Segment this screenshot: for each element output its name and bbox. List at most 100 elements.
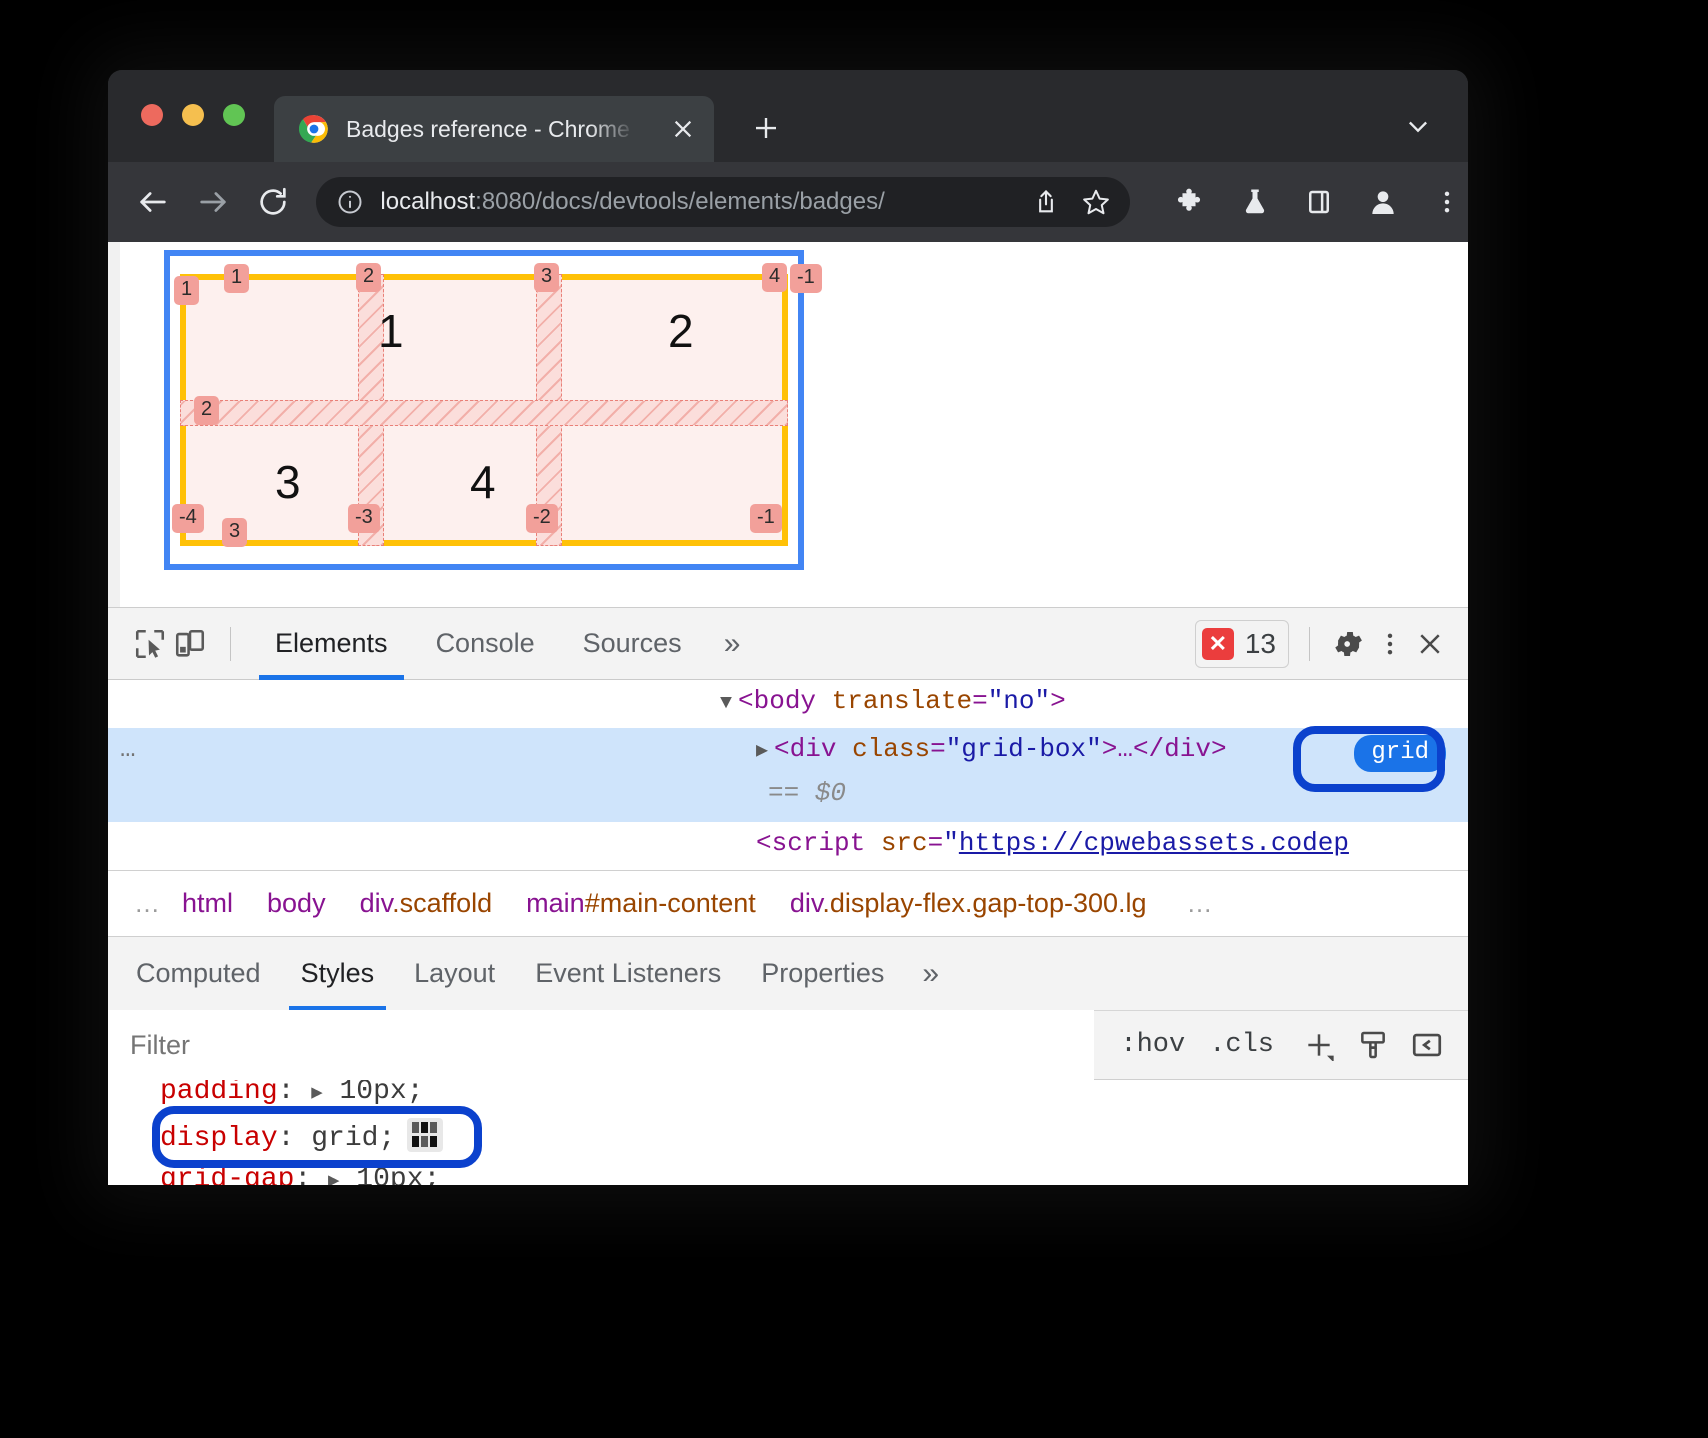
- plus-icon[interactable]: [1298, 1024, 1340, 1066]
- grid-cell-number: 1: [378, 308, 404, 354]
- breadcrumb-overflow-right[interactable]: …: [1187, 888, 1215, 919]
- person-icon[interactable]: [1362, 181, 1404, 223]
- breadcrumb-item-display-flex[interactable]: div.display-flex.gap-top-300.lg: [790, 888, 1147, 919]
- dom-row-body[interactable]: ▼<body translate="no">: [108, 680, 1468, 728]
- tag-close: >…</div>: [1102, 734, 1227, 764]
- maximize-window-button[interactable]: [223, 104, 245, 126]
- breadcrumb-item-main-content[interactable]: main#main-content: [526, 888, 756, 919]
- window-traffic-lights: [141, 104, 245, 126]
- breadcrumb-item-body[interactable]: body: [267, 888, 326, 919]
- browser-window: Badges reference - Chrome De: [108, 70, 1468, 1185]
- minimize-window-button[interactable]: [182, 104, 204, 126]
- browser-tab[interactable]: Badges reference - Chrome De: [274, 96, 714, 162]
- close-window-button[interactable]: [141, 104, 163, 126]
- dom-row-grid-box[interactable]: … ▶<div class="grid-box">…</div> grid: [108, 728, 1468, 776]
- css-property: display: [160, 1123, 278, 1154]
- address-bar[interactable]: localhost:8080/docs/devtools/elements/ba…: [316, 177, 1130, 227]
- three-dot-menu-icon[interactable]: [1426, 181, 1468, 223]
- css-property: grid-gap: [160, 1164, 294, 1185]
- tab-console[interactable]: Console: [412, 608, 559, 680]
- tab-label: Sources: [583, 628, 682, 659]
- grid-line-label-col-neg-1: -1: [790, 264, 822, 293]
- chevron-double-right-icon[interactable]: »: [904, 957, 957, 991]
- new-tab-button[interactable]: [744, 106, 788, 150]
- info-circle-icon[interactable]: [336, 188, 364, 216]
- grid-cell-number: 2: [668, 308, 694, 354]
- inspect-cursor-icon[interactable]: [130, 624, 170, 664]
- three-dot-menu-icon[interactable]: [1370, 624, 1410, 664]
- grid-row-line-3: [180, 540, 788, 546]
- puzzle-piece-icon[interactable]: [1170, 181, 1212, 223]
- star-icon[interactable]: [1076, 182, 1116, 222]
- declaration-display[interactable]: display: grid;: [160, 1118, 443, 1154]
- error-count: 13: [1245, 628, 1276, 660]
- breadcrumb-overflow-left[interactable]: …: [134, 888, 162, 919]
- chevron-down-icon[interactable]: [1398, 106, 1438, 146]
- grid-line-label-row-2: 2: [194, 396, 219, 425]
- grid-line-label-col-neg-4: -4: [172, 504, 204, 533]
- flask-icon[interactable]: [1234, 181, 1276, 223]
- browser-navigation-bar: localhost:8080/docs/devtools/elements/ba…: [108, 162, 1468, 242]
- reload-icon[interactable]: [252, 180, 294, 224]
- collapse-triangle-icon[interactable]: ▶: [756, 740, 768, 763]
- tab-label: Layout: [414, 958, 495, 989]
- grid-line-label-row-1: 1: [224, 264, 249, 293]
- expander-triangle-icon[interactable]: ▶: [328, 1170, 339, 1185]
- grid-toggle-icon[interactable]: [407, 1118, 443, 1152]
- css-value: 10px;: [356, 1164, 440, 1185]
- tab-label: Computed: [136, 958, 261, 989]
- expander-triangle-icon[interactable]: ▶: [311, 1082, 322, 1104]
- tab-label: Console: [436, 628, 535, 659]
- grid-row-gap-1: [180, 400, 788, 426]
- dom-gutter-dots[interactable]: …: [120, 734, 138, 764]
- breadcrumb-item-div-scaffold[interactable]: div.scaffold: [360, 888, 493, 919]
- brush-icon[interactable]: [1352, 1024, 1394, 1066]
- quote: ": [943, 828, 959, 858]
- attr-name: src: [881, 828, 928, 858]
- attr-value: "no": [988, 686, 1050, 716]
- grid-container-highlight: 1 2 3 4 1 1 2 3 4 -1 2 -4 3 -3 -2 -1: [164, 250, 804, 570]
- tab-event-listeners[interactable]: Event Listeners: [515, 937, 741, 1011]
- expand-triangle-icon[interactable]: ▼: [720, 692, 732, 715]
- dom-row-script[interactable]: <script src="https://cpwebassets.codep: [108, 822, 1468, 870]
- panel-icon[interactable]: [1298, 181, 1340, 223]
- close-icon[interactable]: [666, 112, 700, 146]
- styles-declarations: padding: ▶ 10px; display: grid; grid-gap…: [108, 1080, 1468, 1185]
- tab-properties[interactable]: Properties: [741, 937, 904, 1011]
- declaration-padding[interactable]: padding: ▶ 10px;: [160, 1080, 424, 1107]
- back-arrow-icon[interactable]: [132, 180, 174, 224]
- tab-layout[interactable]: Layout: [394, 937, 515, 1011]
- error-count-chip[interactable]: ✕ 13: [1195, 620, 1289, 668]
- hov-button[interactable]: :hov: [1120, 1030, 1185, 1060]
- grid-cell-number: 4: [470, 459, 496, 505]
- grid-line-label-col-neg-1-bottom: -1: [750, 504, 782, 533]
- breadcrumb-item-html[interactable]: html: [182, 888, 233, 919]
- grid-cell-number: 3: [275, 459, 301, 505]
- tag-open: <div: [774, 734, 836, 764]
- gear-icon[interactable]: [1330, 624, 1370, 664]
- url-host: localhost: [380, 188, 475, 215]
- device-toolbar-icon[interactable]: [170, 624, 210, 664]
- tab-sources[interactable]: Sources: [559, 608, 706, 680]
- close-icon[interactable]: [1410, 624, 1450, 664]
- devtools-toolbar: Elements Console Sources » ✕ 13: [108, 608, 1468, 680]
- tag-open: <body: [738, 686, 816, 716]
- breadcrumb-mod: .display-flex.gap-top-300.lg: [822, 888, 1146, 918]
- panel-toggle-icon[interactable]: [1406, 1024, 1448, 1066]
- declaration-grid-gap[interactable]: grid-gap: ▶ 10px;: [160, 1164, 440, 1185]
- breadcrumb-tag: main: [526, 888, 585, 918]
- tab-elements[interactable]: Elements: [251, 608, 412, 680]
- breadcrumb-tag: div: [360, 888, 393, 918]
- grid-badge[interactable]: grid: [1354, 735, 1446, 772]
- tab-styles[interactable]: Styles: [281, 937, 395, 1011]
- tab-computed[interactable]: Computed: [116, 937, 281, 1011]
- share-icon[interactable]: [1026, 182, 1066, 222]
- toolbar-divider-2: [1309, 627, 1310, 661]
- forward-arrow-icon[interactable]: [192, 180, 234, 224]
- chevron-double-right-icon[interactable]: »: [706, 627, 759, 661]
- css-value: 10px;: [340, 1080, 424, 1107]
- script-src-link[interactable]: https://cpwebassets.codep: [959, 828, 1349, 858]
- styles-toolbar-actions: :hov .cls: [1094, 1010, 1468, 1080]
- cls-button[interactable]: .cls: [1209, 1030, 1274, 1060]
- filter-input[interactable]: [108, 1010, 1094, 1080]
